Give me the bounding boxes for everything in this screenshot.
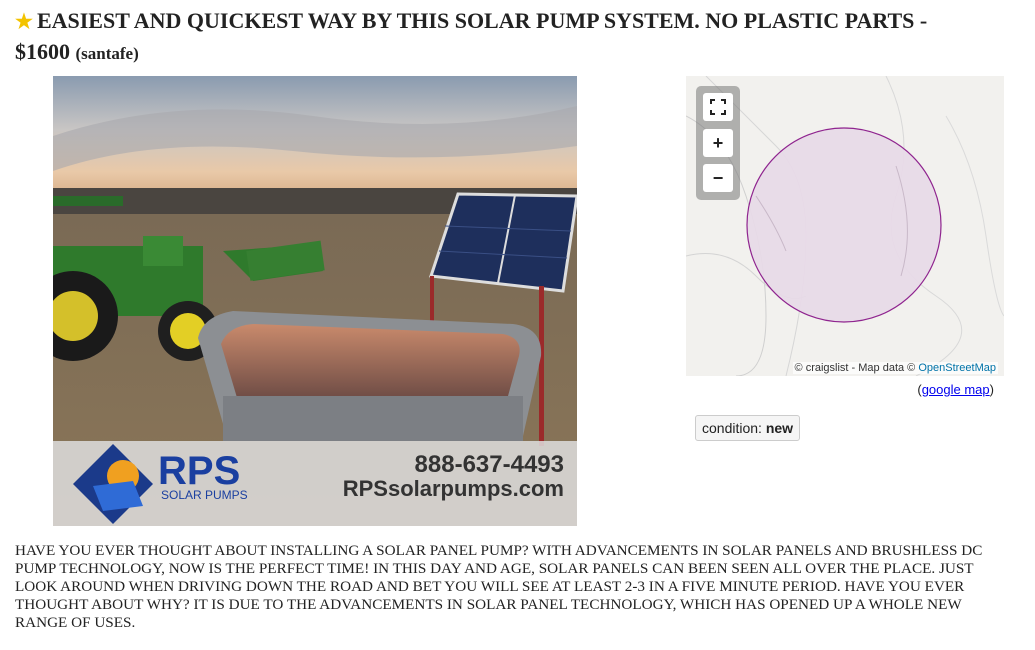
brand-name: RPS [158, 449, 240, 493]
google-map-link-wrap: (google map) [917, 382, 994, 397]
map-controls: + − [696, 86, 740, 200]
openstreetmap-link[interactable]: OpenStreetMap [918, 362, 996, 374]
price: $1600 [15, 39, 70, 64]
zoom-out-button[interactable]: − [703, 164, 733, 192]
ad-phone: 888-637-4493 [415, 451, 564, 478]
posting-title: ★ EASIEST AND QUICKEST WAY BY THIS SOLAR … [15, 6, 1025, 69]
posting-body: HAVE YOU EVER THOUGHT ABOUT INSTALLING A… [15, 542, 983, 631]
condition-value: new [765, 420, 794, 436]
ad-website: RPSsolarpumps.com [343, 476, 564, 501]
location-radius-circle [746, 127, 942, 323]
condition-attribute: condition: new [695, 415, 801, 441]
listing-photo-art: RPS SOLAR PUMPS 888-637-4493 RPSsolarpum… [53, 76, 577, 526]
google-map-link[interactable]: google map [922, 382, 990, 397]
attribution-text: © craigslist - Map data © [794, 362, 916, 374]
condition-label: condition: [702, 420, 762, 436]
fullscreen-icon[interactable] [703, 93, 733, 121]
brand-subtitle: SOLAR PUMPS [161, 488, 248, 502]
location-map[interactable]: + − © craigslist - Map data © OpenStreet… [686, 76, 1004, 376]
location: (santafe) [75, 44, 139, 63]
paren-close: ) [989, 382, 994, 397]
title-text: EASIEST AND QUICKEST WAY BY THIS SOLAR P… [36, 8, 928, 33]
favorite-star-icon[interactable]: ★ [15, 11, 33, 33]
zoom-in-button[interactable]: + [703, 129, 733, 157]
map-attribution: © craigslist - Map data © OpenStreetMap [792, 362, 998, 374]
listing-photo[interactable]: RPS SOLAR PUMPS 888-637-4493 RPSsolarpum… [53, 76, 577, 526]
posting-title-block: ★ EASIEST AND QUICKEST WAY BY THIS SOLAR … [15, 6, 1025, 69]
water-tank [198, 311, 542, 441]
